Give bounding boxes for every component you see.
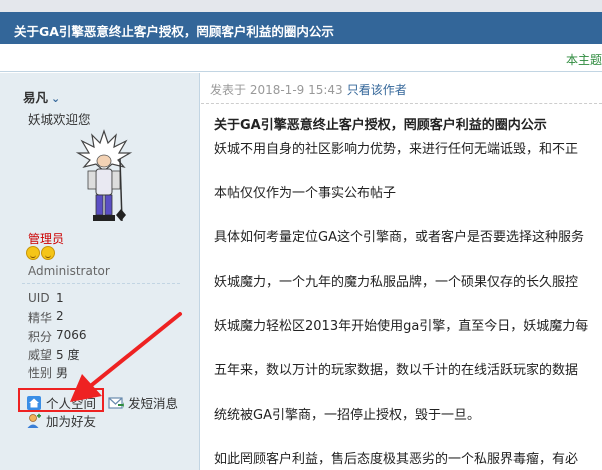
stat-label: 精华 [28, 311, 53, 326]
stat-value[interactable]: 1 [56, 291, 64, 309]
stat-points: 积分 7066 [28, 328, 87, 346]
stat-value: 男 [56, 366, 69, 381]
post-paragraph: 妖城魔力轻松区2013年开始使用ga引擎，直至今日，妖城魔力每 [214, 319, 589, 334]
stat-prestige: 威望 5 度 [28, 346, 87, 364]
stat-label: UID [28, 291, 50, 305]
stat-value: 5 度 [56, 347, 80, 362]
smiley-icon [41, 246, 55, 260]
rank-stars [26, 246, 55, 260]
stat-label: 性别 [28, 366, 53, 381]
thread-title: 关于GA引擎恶意终止客户授权，罔顾客户利益的圈内公示 [14, 24, 334, 39]
add-friend-link[interactable]: 加为好友 [26, 411, 96, 430]
sidebar-divider [22, 283, 180, 284]
post-paragraph: 如此罔顾客户利益，售后态度极其恶劣的一个私服界毒瘤，有必 [214, 452, 579, 467]
only-author-link[interactable]: 只看该作者 [347, 83, 407, 97]
smiley-icon [26, 246, 40, 260]
author-name[interactable]: 易凡 [23, 90, 48, 105]
personal-space-link[interactable]: 个人空间 [26, 393, 96, 412]
message-icon [108, 396, 124, 409]
post-heading: 关于GA引擎恶意终止客户授权，罔顾客户利益的圈内公示 [214, 118, 547, 133]
thread-link[interactable]: 本主题 [566, 51, 602, 68]
meta-divider [201, 103, 602, 104]
post-paragraph: 五年来，数以万计的玩家数据，数以千计的在线活跃玩家的数据 [214, 363, 579, 378]
post-content-area: 发表于 2018-1-9 15:43 只看该作者 关于GA引擎恶意终止客户授权，罔… [201, 73, 602, 470]
post-paragraph: 具体如何考量定位GA这个引擎商，或者客户是否要选择这种服务 [214, 230, 584, 245]
post-paragraph: 妖城不用自身的社区影响力优势，来进行任何无端诋毁，和不正 [214, 142, 579, 157]
personal-space-label[interactable]: 个人空间 [46, 393, 96, 412]
stat-label: 威望 [28, 347, 53, 362]
send-message-label[interactable]: 发短消息 [128, 393, 178, 412]
author-group[interactable]: 管理员 [28, 230, 64, 247]
home-icon [27, 395, 41, 410]
stat-digest: 精华 2 [28, 309, 87, 327]
stat-gender: 性别 男 [28, 364, 87, 382]
stat-label: 积分 [28, 329, 53, 344]
stat-value[interactable]: 2 [56, 309, 64, 327]
author-stats: UID 1 精华 2 积分 7066 威望 5 度 性别 男 [28, 291, 87, 382]
send-message-link[interactable]: 发短消息 [108, 393, 178, 412]
add-friend-icon [27, 413, 41, 428]
chevron-down-icon[interactable]: ⌄ [51, 92, 60, 105]
post-paragraph: 本帖仅仅作为一个事实公布帖子 [214, 186, 397, 201]
add-friend-label[interactable]: 加为好友 [46, 411, 96, 430]
author-role: Administrator [28, 264, 110, 278]
post-paragraph: 统统被GA引擎商，一招停止授权，毁于一旦。 [214, 408, 480, 423]
stat-value: 7066 [56, 327, 87, 342]
author-avatar[interactable] [74, 129, 134, 225]
author-signature: 妖城欢迎您 [28, 112, 91, 127]
post-paragraph: 妖城魔力，一个九年的魔力私服品牌，一个硕果仅存的长久服控 [214, 275, 579, 290]
thread-title-bar: 关于GA引擎恶意终止客户授权，罔顾客户利益的圈内公示 [0, 0, 602, 44]
stat-uid: UID 1 [28, 291, 87, 309]
author-sidebar: 易凡 ⌄ 妖城欢迎您 管理员 Administrator UID 1 精华 2 积… [0, 73, 200, 470]
thread-toolbar: 本主题 [0, 44, 602, 72]
author-name-menu[interactable]: 易凡 ⌄ [23, 87, 60, 106]
post-meta: 发表于 2018-1-9 15:43 只看该作者 [210, 81, 407, 98]
post-date: 发表于 2018-1-9 15:43 [210, 83, 343, 97]
